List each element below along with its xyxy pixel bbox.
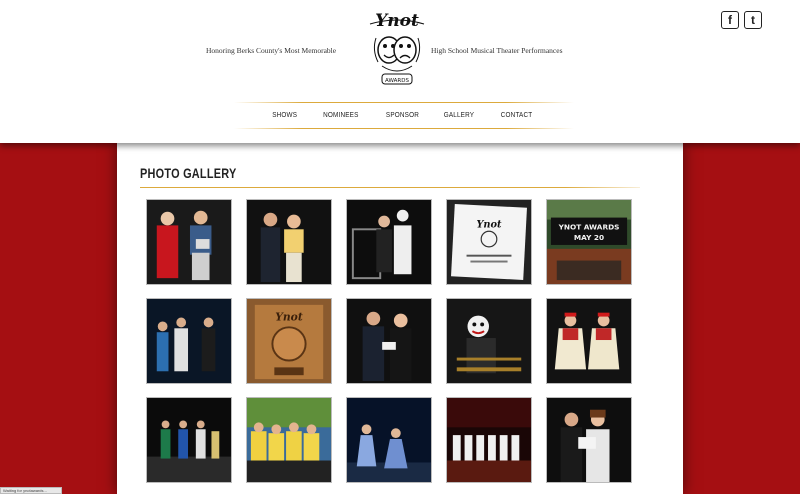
nav-item-shows[interactable]: SHOWS bbox=[272, 110, 297, 119]
gallery-photo-11[interactable] bbox=[146, 397, 232, 483]
twitter-link[interactable]: t bbox=[744, 11, 762, 29]
nav-divider-top bbox=[234, 102, 574, 103]
facebook-icon: f bbox=[728, 13, 732, 27]
ynot-awards-logo[interactable]: Ynot AWARDS bbox=[362, 6, 432, 90]
gallery-photo-1[interactable] bbox=[146, 199, 232, 285]
facebook-link[interactable]: f bbox=[721, 11, 739, 29]
nav-item-gallery[interactable]: GALLERY bbox=[444, 110, 474, 119]
nav-item-contact[interactable]: CONTACT bbox=[501, 110, 533, 119]
nav-divider-bottom bbox=[234, 128, 574, 129]
tagline-right: High School Musical Theater Performances bbox=[431, 46, 563, 55]
gallery-photo-3[interactable] bbox=[346, 199, 432, 285]
gallery-photo-5[interactable]: YNOT AWARDS MAY 20 bbox=[546, 199, 632, 285]
svg-text:Ynot: Ynot bbox=[275, 310, 303, 323]
nav-item-nominees[interactable]: NOMINEES bbox=[323, 110, 358, 119]
gallery-photo-7[interactable]: Ynot bbox=[246, 298, 332, 384]
gallery-photo-10[interactable] bbox=[546, 298, 632, 384]
gallery-photo-13[interactable] bbox=[346, 397, 432, 483]
gallery-photo-6[interactable] bbox=[146, 298, 232, 384]
gallery-photo-9[interactable] bbox=[446, 298, 532, 384]
gallery-photo-12[interactable] bbox=[246, 397, 332, 483]
tagline-left: Honoring Berks County's Most Memorable bbox=[206, 46, 337, 55]
gallery-photo-8[interactable] bbox=[346, 298, 432, 384]
main-nav: SHOWS NOMINEES SPONSOR GALLERY CONTACT bbox=[234, 104, 574, 126]
nav-item-sponsor[interactable]: SPONSOR bbox=[386, 110, 419, 119]
svg-text:MAY 20: MAY 20 bbox=[574, 233, 604, 242]
page-title: PHOTO GALLERY bbox=[140, 165, 237, 181]
content-panel: PHOTO GALLERY Ynot YNOT AWARDS MAY 20 Yno… bbox=[117, 143, 683, 494]
gallery-photo-15[interactable] bbox=[546, 397, 632, 483]
gallery-photo-2[interactable] bbox=[246, 199, 332, 285]
svg-text:Ynot: Ynot bbox=[476, 219, 502, 230]
title-divider bbox=[140, 187, 640, 188]
gallery-photo-4[interactable]: Ynot bbox=[446, 199, 532, 285]
svg-text:YNOT AWARDS: YNOT AWARDS bbox=[558, 222, 620, 231]
site-header: Honoring Berks County's Most Memorable Y… bbox=[0, 0, 800, 143]
svg-text:AWARDS: AWARDS bbox=[385, 78, 409, 84]
gallery-photo-14[interactable] bbox=[446, 397, 532, 483]
browser-status-bar: Waiting for ynotawards... bbox=[0, 487, 62, 494]
twitter-icon: t bbox=[751, 13, 755, 27]
